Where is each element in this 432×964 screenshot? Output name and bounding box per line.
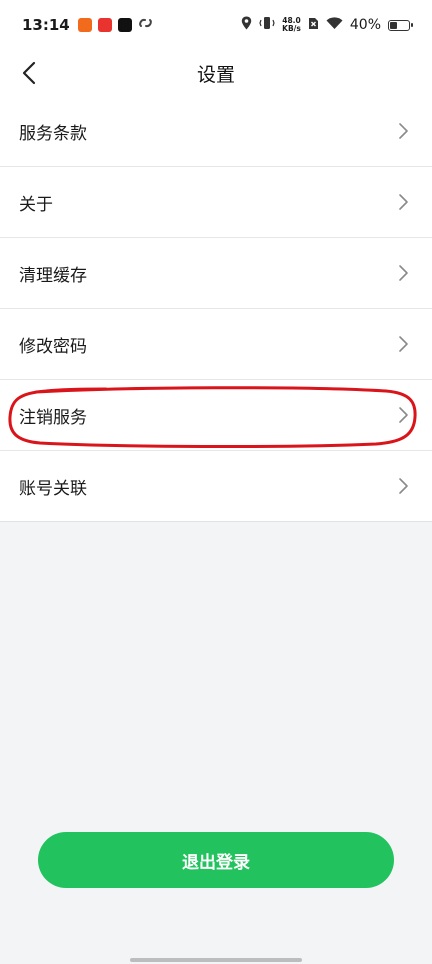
nav-header: 设置 — [0, 50, 432, 96]
battery-percent: 40% — [349, 17, 381, 33]
status-right: 48.0 KB/s 40% — [241, 16, 413, 34]
page-title: 设置 — [196, 63, 235, 86]
back-button[interactable] — [12, 56, 46, 90]
location-icon — [241, 16, 252, 34]
settings-item-about[interactable]: 关于 — [0, 167, 432, 238]
link-app-icon — [138, 16, 153, 34]
settings-item-clear-cache[interactable]: 清理缓存 — [0, 238, 432, 309]
tiktok-icon — [117, 18, 132, 32]
news-app-icon — [97, 18, 112, 32]
settings-item-label: 服务条款 — [19, 123, 87, 144]
settings-item-label: 修改密码 — [19, 336, 87, 357]
vibrate-icon — [259, 16, 275, 34]
settings-item-label: 注销服务 — [19, 407, 87, 428]
settings-list: 服务条款 关于 清理缓存 修改密码 注销服务 账号关联 — [0, 96, 432, 522]
wifi-icon — [326, 16, 343, 34]
settings-item-label: 清理缓存 — [19, 265, 87, 286]
status-left: 13:14 — [22, 16, 153, 34]
settings-item-change-password[interactable]: 修改密码 — [0, 309, 432, 380]
settings-item-label: 账号关联 — [19, 478, 87, 499]
net-speed: 48.0 KB/s — [282, 17, 301, 33]
status-bar: 13:14 48.0 KB/s 40% — [0, 0, 432, 50]
chevron-left-icon — [22, 61, 36, 85]
chevron-right-icon — [399, 478, 408, 494]
logout-button[interactable]: 退出登录 — [38, 832, 394, 888]
chevron-right-icon — [399, 265, 408, 281]
settings-item-account-link[interactable]: 账号关联 — [0, 451, 432, 522]
settings-item-terms[interactable]: 服务条款 — [0, 96, 432, 167]
settings-item-cancel-service[interactable]: 注销服务 — [0, 380, 432, 451]
chevron-right-icon — [399, 407, 408, 423]
battery-icon — [388, 19, 413, 31]
chevron-right-icon — [399, 123, 408, 139]
chevron-right-icon — [399, 194, 408, 210]
no-sim-icon — [308, 17, 319, 34]
shopping-app-icon — [77, 18, 92, 32]
settings-item-label: 关于 — [19, 194, 53, 215]
home-indicator[interactable] — [130, 958, 302, 962]
chevron-right-icon — [399, 336, 408, 352]
status-time: 13:14 — [22, 16, 70, 34]
net-speed-unit: KB/s — [282, 24, 301, 33]
